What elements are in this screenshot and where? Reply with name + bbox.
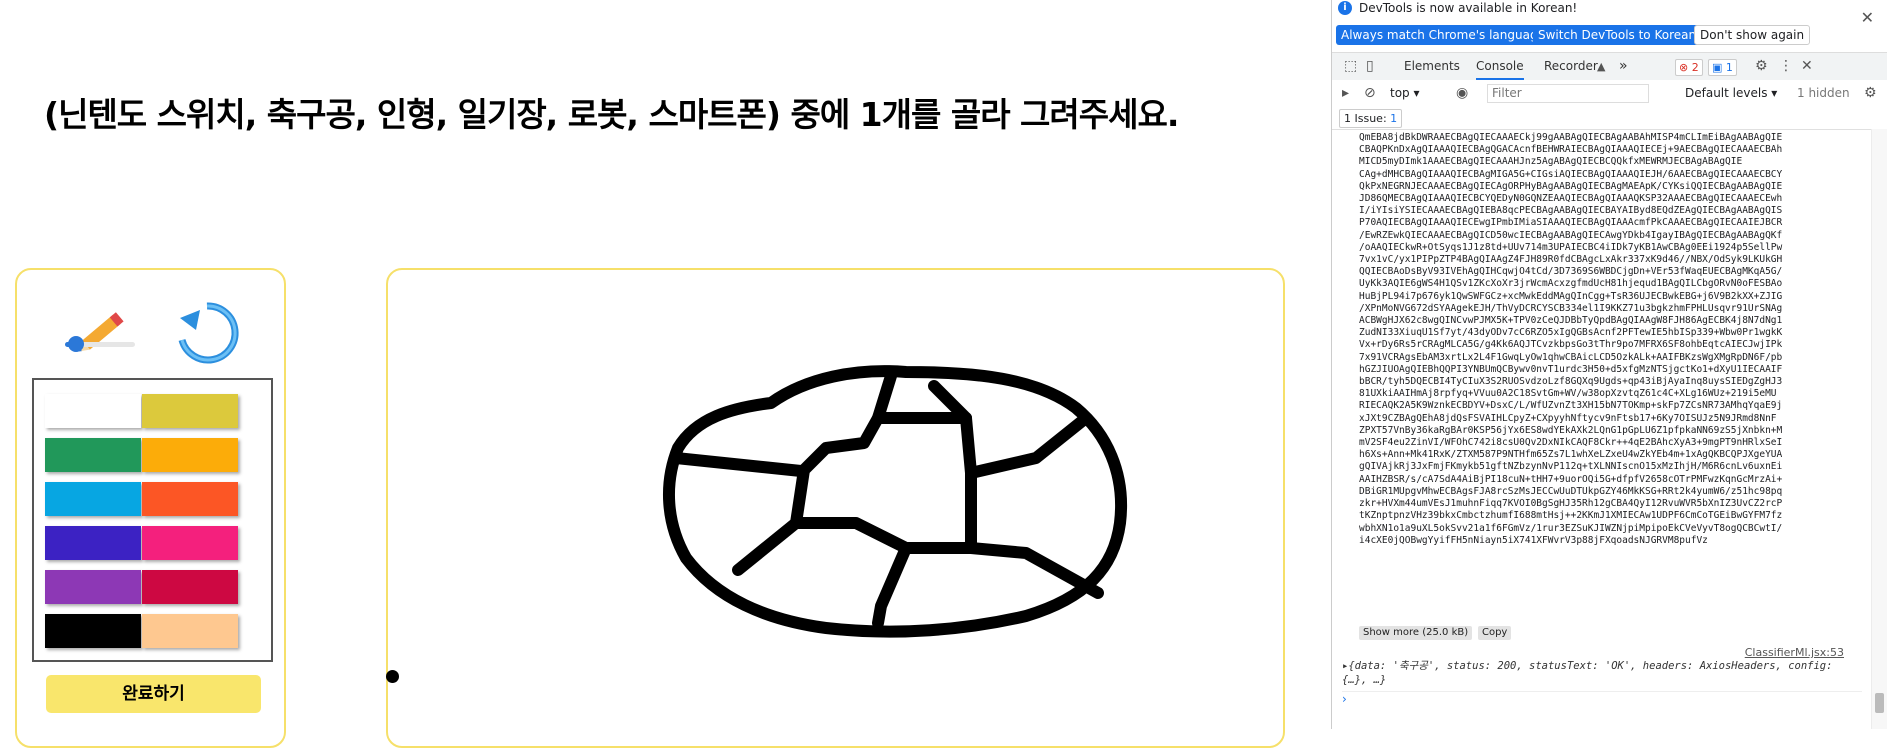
- match-language-button[interactable]: Always match Chrome's language: [1336, 25, 1550, 45]
- devtools-panel: i DevTools is now available in Korean! ✕…: [1331, 0, 1887, 729]
- tool-panel: 완료하기: [15, 268, 286, 748]
- cursor-dot: [386, 670, 399, 683]
- color-swatch-white[interactable]: [45, 394, 141, 428]
- copy-button[interactable]: Copy: [1477, 626, 1512, 640]
- switch-korean-button[interactable]: Switch DevTools to Korean: [1533, 25, 1702, 45]
- eye-icon[interactable]: ◉: [1456, 85, 1468, 101]
- console-prompt[interactable]: ›: [1342, 692, 1347, 706]
- error-count: 2: [1691, 61, 1699, 74]
- more-tabs[interactable]: »: [1619, 53, 1628, 80]
- tab-recorder[interactable]: Recorder: [1544, 53, 1598, 80]
- undo-icon[interactable]: [170, 296, 244, 370]
- issues-bar: 1 Issue: 1: [1332, 107, 1887, 130]
- context-label: top: [1390, 86, 1410, 100]
- soccer-ball-drawing: [663, 365, 1127, 638]
- close-icon[interactable]: ✕: [1861, 8, 1874, 27]
- color-swatch-green[interactable]: [45, 438, 141, 472]
- log-actions: Show more (25.0 kB) Copy: [1359, 624, 1513, 640]
- console-settings-icon[interactable]: ⚙: [1864, 85, 1877, 101]
- message-badge[interactable]: ▣ 1: [1708, 59, 1737, 76]
- inspect-icon[interactable]: ⬚: [1344, 58, 1357, 74]
- hidden-count: 1 hidden: [1797, 86, 1850, 100]
- color-swatch-peach[interactable]: [142, 614, 238, 648]
- scroll-thumb[interactable]: [1875, 693, 1884, 713]
- drawing-canvas[interactable]: [386, 268, 1285, 748]
- color-swatch-indigo[interactable]: [45, 526, 141, 560]
- color-swatch-black[interactable]: [45, 614, 141, 648]
- issue-count: 1: [1390, 112, 1398, 125]
- color-swatch-sky-blue[interactable]: [45, 482, 141, 516]
- pencil-icon[interactable]: [62, 298, 142, 368]
- console-toolbar: ▸ ⊘ top ▾ ◉ Filter Default levels ▾ 1 hi…: [1332, 80, 1887, 108]
- device-toolbar-icon[interactable]: ▯: [1366, 58, 1374, 74]
- color-palette: [32, 378, 273, 662]
- tab-elements[interactable]: Elements: [1404, 53, 1460, 80]
- color-swatch-mustard[interactable]: [142, 394, 238, 428]
- console-scrollbar[interactable]: [1871, 129, 1887, 729]
- error-badge[interactable]: ⊗ 2: [1675, 59, 1703, 76]
- color-swatch-red-orange[interactable]: [142, 482, 238, 516]
- close-devtools-icon[interactable]: ✕: [1801, 58, 1813, 74]
- issues-button[interactable]: 1 Issue: 1: [1339, 109, 1403, 128]
- levels-label: Default levels: [1685, 86, 1768, 100]
- source-link[interactable]: ClassifierMl.jsx:53: [1745, 646, 1844, 659]
- language-infobar: i DevTools is now available in Korean! ✕…: [1332, 0, 1887, 53]
- infobar-text: DevTools is now available in Korean!: [1359, 1, 1578, 15]
- filter-input[interactable]: Filter: [1487, 84, 1649, 103]
- levels-dropdown[interactable]: Default levels ▾: [1685, 86, 1777, 100]
- kebab-menu-icon[interactable]: ⋮: [1779, 58, 1793, 74]
- console-log: QmEBA8jdBkDWRAAECBAgQIECAAAECkj99gAABAgQ…: [1332, 129, 1865, 631]
- color-swatch-orange[interactable]: [142, 438, 238, 472]
- settings-icon[interactable]: ⚙: [1755, 58, 1768, 74]
- brush-size-slider[interactable]: [65, 336, 135, 352]
- done-button[interactable]: 완료하기: [46, 675, 261, 713]
- show-more-button[interactable]: Show more (25.0 kB): [1359, 626, 1473, 640]
- base64-log-output: QmEBA8jdBkDWRAAECBAgQIECAAAECkj99gAABAgQ…: [1359, 132, 1783, 546]
- color-swatch-pink[interactable]: [142, 526, 238, 560]
- response-object-log[interactable]: ▸{data: '축구공', status: 200, statusText: …: [1342, 659, 1862, 692]
- sidebar-toggle-icon[interactable]: ▸: [1342, 85, 1349, 101]
- drawing-app: (닌텐도 스위치, 축구공, 인형, 일기장, 로봇, 스마트폰) 중에 1개를…: [0, 0, 1330, 748]
- context-selector[interactable]: top ▾: [1390, 86, 1420, 100]
- devtools-tabbar: ⬚ ▯ Elements Console Recorder ▲ » ⊗ 2 ▣ …: [1332, 53, 1887, 81]
- tab-console[interactable]: Console: [1476, 53, 1524, 80]
- color-swatch-crimson[interactable]: [142, 570, 238, 604]
- instruction-title: (닌텐도 스위치, 축구공, 인형, 일기장, 로봇, 스마트폰) 중에 1개를…: [44, 95, 1179, 134]
- message-count: 1: [1725, 61, 1733, 74]
- issue-label: 1 Issue:: [1344, 112, 1387, 125]
- info-icon: i: [1338, 1, 1352, 15]
- color-swatch-purple[interactable]: [45, 570, 141, 604]
- recorder-flask-icon: ▲: [1597, 60, 1606, 73]
- dont-show-button[interactable]: Don't show again: [1694, 25, 1811, 45]
- clear-console-icon[interactable]: ⊘: [1364, 85, 1376, 101]
- slider-knob[interactable]: [68, 336, 85, 352]
